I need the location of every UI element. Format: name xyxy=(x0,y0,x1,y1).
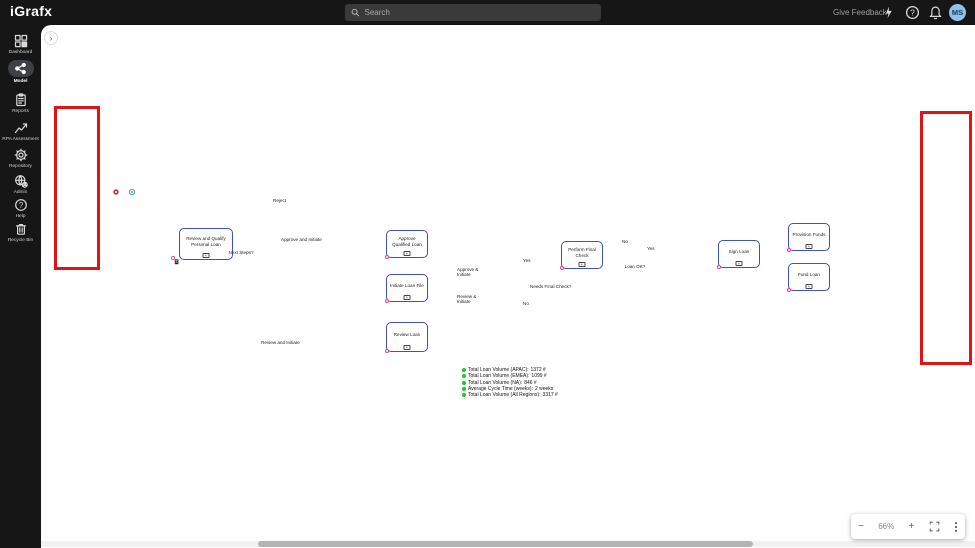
sidebar-item-dashboard[interactable]: Dashboard xyxy=(0,34,41,55)
gear-icon xyxy=(14,148,28,162)
sidebar-item-repository[interactable]: Repository xyxy=(0,148,41,169)
flow-label-review-and-initiate: Review and Initiate xyxy=(261,340,300,345)
collapse-panel-button[interactable]: › xyxy=(44,31,58,45)
task-pin-icon xyxy=(787,288,791,292)
kpi-dot-icon xyxy=(462,387,466,391)
flow-label-loan-ok: Loan OK? xyxy=(619,264,651,269)
flow-label-next-steps: Next Steps? xyxy=(223,250,259,255)
reports-icon xyxy=(14,93,28,107)
task-review-loan[interactable]: Review Loan + xyxy=(386,322,428,352)
kpi-dot-icon xyxy=(462,393,466,397)
task-pin-icon xyxy=(787,248,791,252)
give-feedback-link[interactable]: Give Feedback xyxy=(833,8,887,17)
task-sign-loan[interactable]: Sign Loan + xyxy=(718,240,760,268)
subprocess-marker-icon: + xyxy=(806,284,813,289)
subprocess-marker-icon: + xyxy=(579,262,586,267)
task-review-and-qualify-personal-loan[interactable]: Review and Qualify Personal Loan + xyxy=(179,228,233,260)
flow-label-no: No xyxy=(622,239,628,244)
task-approve-qualified-loan[interactable]: Approve Qualified Loan + xyxy=(386,230,428,258)
subprocess-marker-icon: + xyxy=(404,345,411,350)
igrafx-logo: iGrafx xyxy=(10,3,52,19)
task-initiate-loan-file[interactable]: Initiate Loan File + xyxy=(386,274,428,302)
kpi-row: Total Loan Volume (EMEA):1099 # xyxy=(462,373,558,379)
task-provision-funds[interactable]: Provision Funds + xyxy=(788,223,830,251)
task-perform-final-check[interactable]: Perform Final Check + xyxy=(561,241,603,269)
app-sidebar: Dashboard Model Reports RPA Assessment R… xyxy=(0,25,41,548)
svg-text:?: ? xyxy=(18,201,23,210)
model-icon xyxy=(14,62,27,75)
svg-text:?: ? xyxy=(910,7,915,17)
subprocess-marker-icon: + xyxy=(203,253,210,258)
dashboard-icon xyxy=(14,34,28,48)
kpi-row: Average Cycle Time (weeks):2 weeks xyxy=(462,386,558,392)
flow-label-approve-and-initiate: Approve and Initiate xyxy=(281,237,322,242)
kpi-dot-icon xyxy=(462,374,466,378)
kpi-legend: Total Loan Volume (APAC):1372 # Total Lo… xyxy=(462,367,558,398)
kpi-dot-icon xyxy=(462,381,466,385)
flow-label-approve-initiate: Approve & Initiate xyxy=(457,267,481,278)
flow-label-yes: Yes xyxy=(523,258,531,263)
task-pin-icon xyxy=(560,266,564,270)
task-annotation-icons xyxy=(171,256,180,265)
diagram-marker-blue xyxy=(129,189,135,195)
igrafx-app: { "topbar":{"logo":"iGrafx","search_plac… xyxy=(0,0,975,548)
diagram-marker-red xyxy=(113,189,119,195)
topbar: iGrafx Give Feedback ? MS xyxy=(0,0,975,25)
flow-label-review-initiate: Review & Initiate xyxy=(457,294,481,305)
trash-icon xyxy=(14,222,28,236)
kebab-menu-icon[interactable] xyxy=(954,521,958,533)
global-search[interactable] xyxy=(345,4,601,21)
help-icon[interactable]: ? xyxy=(905,5,920,20)
task-fund-loan[interactable]: Fund Loan + xyxy=(788,263,830,291)
help-circle-icon: ? xyxy=(14,198,28,212)
zoom-level: 66% xyxy=(878,522,894,531)
sidebar-item-help[interactable]: ? Help xyxy=(0,198,41,219)
zoom-controls: − 66% + xyxy=(851,514,965,539)
flow-label-no: No xyxy=(523,301,529,306)
subprocess-marker-icon: + xyxy=(736,261,743,266)
active-pill xyxy=(8,60,34,77)
kpi-dot-icon xyxy=(462,368,466,372)
task-pin-icon xyxy=(717,265,721,269)
flow-label-yes: Yes xyxy=(647,246,655,251)
bolt-icon[interactable] xyxy=(881,5,896,20)
task-pin-icon xyxy=(385,255,389,259)
zoom-in-button[interactable]: + xyxy=(908,521,914,532)
search-icon xyxy=(351,8,360,17)
sidebar-item-model[interactable]: Model xyxy=(0,60,41,84)
sidebar-item-admin[interactable]: Admin xyxy=(0,174,41,195)
subprocess-marker-icon: + xyxy=(404,295,411,300)
sidebar-item-reports[interactable]: Reports xyxy=(0,93,41,114)
kpi-row: Total Loan Volume (APAC):1372 # xyxy=(462,367,558,373)
admin-icon xyxy=(14,174,28,188)
sidebar-item-rpa-assessment[interactable]: RPA Assessment xyxy=(0,121,41,142)
kpi-row: Total Loan Volume (All Regions):3317 # xyxy=(462,392,558,398)
flow-label-needs-final-check: Needs Final Check? xyxy=(530,284,571,289)
notifications-bell-icon[interactable] xyxy=(928,5,943,20)
search-input[interactable] xyxy=(365,8,596,17)
sidebar-item-recycle-bin[interactable]: Recycle Bin xyxy=(0,222,41,243)
flow-label-reject: Reject xyxy=(273,198,286,203)
user-avatar[interactable]: MS xyxy=(949,4,966,21)
subprocess-marker-icon: + xyxy=(806,244,813,249)
task-pin-icon xyxy=(385,349,389,353)
fullscreen-icon[interactable] xyxy=(929,521,940,532)
subprocess-marker-icon: + xyxy=(404,251,411,256)
trend-chart-icon xyxy=(14,121,28,135)
zoom-out-button[interactable]: − xyxy=(858,521,864,532)
horizontal-scrollbar-thumb[interactable] xyxy=(258,541,753,547)
content-panel xyxy=(41,25,975,548)
task-pin-icon xyxy=(385,299,389,303)
